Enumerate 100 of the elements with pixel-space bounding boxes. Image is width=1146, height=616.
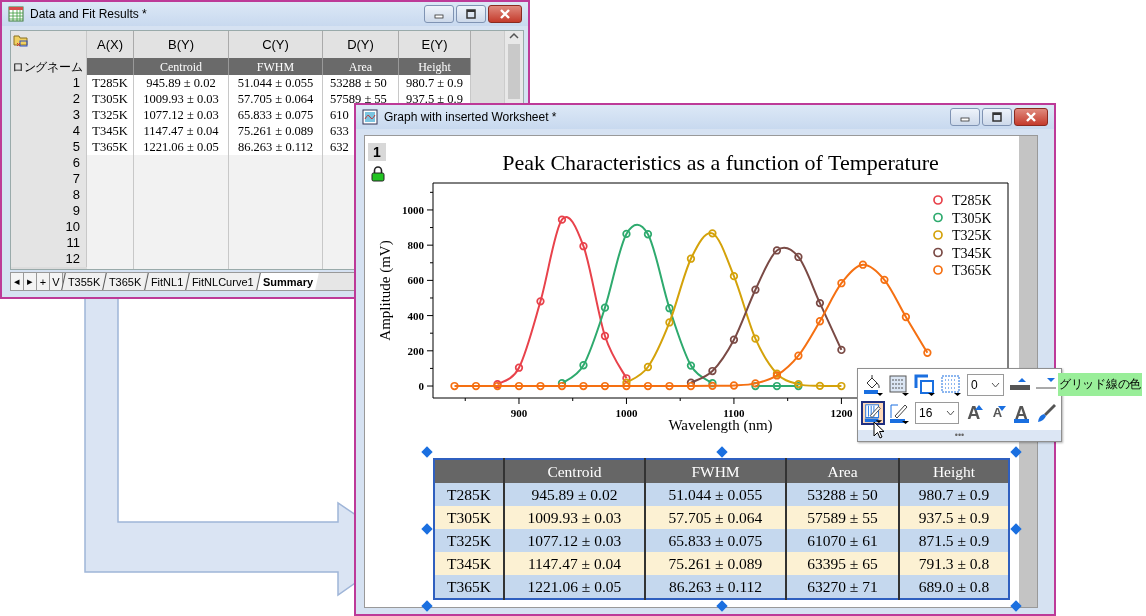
grid-lines-button[interactable] — [887, 372, 911, 397]
column-header[interactable]: A(X) — [87, 31, 134, 58]
data-point — [600, 303, 610, 312]
sheet-tab[interactable]: FitNLCurve1 — [185, 273, 260, 290]
corner-cell — [434, 459, 504, 483]
column-header[interactable]: D(Y) — [323, 31, 399, 58]
column-header: Area — [786, 459, 899, 483]
data-point — [772, 381, 782, 391]
hatched-pencil-button[interactable] — [861, 400, 885, 425]
layer-badge[interactable]: 1 — [368, 143, 386, 161]
legend-label: T345K — [952, 245, 992, 261]
table-cell: T285K — [434, 483, 504, 506]
table-cell: 1147.47 ± 0.04 — [504, 552, 645, 575]
table-cell: 61070 ± 61 — [786, 529, 899, 552]
data-point — [686, 361, 696, 370]
data-point — [751, 334, 760, 343]
tick-label: 1000 — [402, 203, 424, 216]
sheet-nav-button[interactable]: ▸ — [24, 273, 37, 290]
row-number: 3 — [11, 107, 87, 123]
row-number: 11 — [11, 235, 87, 251]
maximize-icon — [991, 112, 1003, 122]
inserted-table[interactable] — [433, 458, 1010, 600]
tick-label: 800 — [407, 239, 424, 252]
layers-icon — [914, 373, 936, 396]
table-cell: 57589 ± 55 — [786, 506, 899, 529]
data-point — [729, 381, 739, 390]
table-cell: 945.89 ± 0.02 — [134, 75, 229, 91]
column-header[interactable]: B(Y) — [134, 31, 229, 58]
sheet-nav-button[interactable]: ◂ — [11, 273, 24, 290]
sheet-tab[interactable]: T365K — [102, 273, 148, 290]
scroll-thumb[interactable] — [508, 44, 520, 99]
size-dropdown[interactable]: 0 — [967, 373, 1004, 396]
table-cell: 57.705 ± 0.064 — [229, 91, 323, 107]
chevron-down-icon — [991, 381, 1000, 388]
column-header[interactable]: C(Y) — [229, 31, 323, 58]
legend-label: T285K — [952, 193, 992, 208]
scrollbar[interactable] — [504, 31, 523, 103]
more-handle[interactable]: ••• — [858, 430, 1061, 441]
tick-label: 0 — [418, 380, 424, 393]
data-point — [622, 381, 631, 391]
size-dropdown[interactable]: 16 — [915, 401, 959, 424]
table-cell: 53288 ± 50 — [786, 483, 899, 506]
data-point — [837, 279, 846, 288]
data-point — [665, 318, 674, 327]
selection-handle[interactable] — [715, 600, 728, 612]
maximize-button[interactable] — [982, 108, 1012, 126]
sheet-nav-button[interactable]: V — [50, 273, 63, 290]
selection-handle[interactable] — [715, 446, 728, 458]
data-point — [837, 381, 846, 391]
data-point — [923, 348, 932, 357]
table-cell: 1221.06 ± 0.05 — [134, 139, 229, 155]
data-point — [772, 246, 782, 255]
row-number: 9 — [11, 203, 87, 219]
sheet-tab[interactable]: Summary — [256, 273, 319, 290]
sheet-tab[interactable]: T355K — [61, 273, 107, 290]
pencil-icon — [888, 401, 910, 424]
table-cell: 1077.12 ± 0.03 — [134, 107, 229, 123]
column-header: Height — [899, 459, 1009, 483]
data-point — [579, 381, 588, 391]
data-point — [579, 242, 588, 251]
sheet-tab[interactable]: FitNL1 — [144, 273, 190, 290]
data-point — [471, 381, 481, 391]
font-smaller-button[interactable]: A — [986, 400, 1009, 425]
close-button[interactable] — [1014, 108, 1048, 126]
selection-handle[interactable] — [421, 523, 433, 535]
tick-label: 1000 — [615, 407, 638, 419]
worksheet-icon — [8, 6, 24, 22]
data-point — [450, 381, 459, 391]
table-cell: T365K — [87, 139, 134, 155]
maximize-icon — [465, 9, 477, 19]
data-point — [643, 230, 653, 239]
row-number: 5 — [11, 139, 87, 155]
row-label: ロングネーム — [11, 58, 87, 75]
data-point — [901, 312, 911, 322]
layers-button[interactable] — [913, 372, 937, 397]
sheet-nav-button[interactable]: + — [37, 273, 50, 290]
axis-title: Wavelength (nm) — [668, 417, 773, 433]
font-color-button[interactable]: A — [1010, 400, 1032, 425]
table-cell: 51.044 ± 0.055 — [645, 483, 786, 506]
grid-lines-icon — [888, 373, 910, 396]
font-larger-button[interactable]: A — [962, 400, 985, 425]
table-cell: 53288 ± 50 — [323, 75, 399, 91]
chevron-down-icon — [945, 409, 955, 416]
data-point — [815, 298, 825, 308]
close-icon — [1025, 112, 1037, 122]
fill-bucket-button[interactable] — [861, 372, 885, 397]
close-button[interactable] — [488, 5, 522, 23]
data-point — [557, 215, 567, 224]
table-cell: 86.263 ± 0.112 — [229, 139, 323, 155]
data-point — [514, 363, 524, 372]
data-point — [686, 378, 696, 387]
table-cell: T305K — [87, 91, 134, 107]
column-header[interactable]: E(Y) — [399, 31, 471, 58]
long-name-cell: FWHM — [229, 58, 323, 75]
selection-handle[interactable] — [421, 446, 433, 458]
selection-handle[interactable] — [421, 600, 433, 612]
maximize-button[interactable] — [456, 5, 486, 23]
long-name-cell: Centroid — [134, 58, 229, 75]
tick-label: 900 — [510, 407, 528, 419]
data-point — [708, 229, 717, 238]
